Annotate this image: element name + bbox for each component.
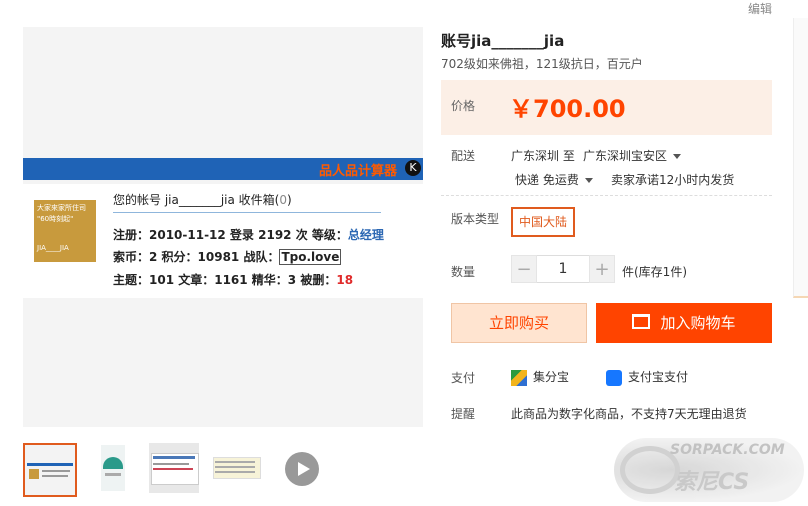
- shipping-label: 配送: [451, 149, 476, 163]
- payment-alipay: 支付宝支付: [606, 368, 688, 386]
- delivery-promise: 卖家承诺12小时内发货: [611, 173, 735, 187]
- product-title: 账号jia_______jia: [441, 32, 565, 50]
- user-info-card: 大家來家所住司 "60時刻起" JIA____JIA 您的帐号 jia_____…: [23, 184, 423, 298]
- image-brand-text: 品人品计算器: [318, 164, 397, 179]
- deleted-value: 18: [336, 273, 354, 287]
- notice-label: 提醒: [451, 407, 476, 421]
- quantity-input[interactable]: 1: [537, 255, 589, 283]
- price-box: 价格 ￥700.00: [441, 80, 772, 135]
- avatar: 大家來家所住司 "60時刻起" JIA____JIA: [34, 200, 96, 262]
- payment-label: 支付: [451, 371, 476, 385]
- version-label: 版本类型: [451, 212, 500, 226]
- notice-text: 此商品为数字化商品，不支持7天无理由退货: [511, 407, 747, 421]
- price-label: 价格: [451, 99, 476, 113]
- watermark-text-1: SORPACK.COM: [670, 442, 785, 458]
- thumbnail-1[interactable]: [23, 443, 77, 497]
- buy-now-button[interactable]: 立即购买: [451, 303, 587, 343]
- quantity-increase-button[interactable]: +: [589, 255, 615, 283]
- thumbnail-3[interactable]: [149, 443, 199, 493]
- add-to-cart-button[interactable]: 加入购物车: [596, 303, 772, 343]
- thumbnail-2[interactable]: [89, 443, 139, 493]
- stock-text: 件(库存1件): [622, 265, 687, 279]
- inbox-title: 您的帐号 jia_______jia 收件箱(0): [113, 191, 292, 208]
- thumbnail-4[interactable]: [211, 443, 261, 493]
- image-header-bar: 品人品计算器 K: [23, 158, 423, 180]
- edit-link[interactable]: 编辑: [748, 0, 772, 17]
- register-line: 注册：2010-11-12 登录 2192 次 等级：总经理: [113, 226, 384, 243]
- inbox-title-prefix: 您的帐号 jia_______jia 收件箱(: [113, 193, 280, 207]
- product-subtitle: 702级如来佛祖，121级抗日，百元户: [441, 57, 643, 71]
- jifenbao-icon: [511, 369, 527, 386]
- posts-line: 主题：101 文章：1161 精华：3 被删：18: [113, 271, 353, 288]
- cart-icon: [632, 314, 651, 329]
- inbox-count: 0: [279, 193, 287, 207]
- payment-jifenbao-label: 集分宝: [533, 370, 570, 384]
- points-line: 索币：2 积分：10981 战队： Tpo.love: [113, 248, 342, 265]
- points-text: 索币：2 积分：10981 战队：: [113, 250, 280, 264]
- payment-alipay-label: 支付宝支付: [628, 370, 689, 384]
- k-logo-icon: K: [405, 160, 421, 176]
- avatar-text-3: JIA____JIA: [37, 244, 69, 252]
- version-option-mainland[interactable]: 中国大陆: [511, 207, 576, 237]
- inbox-title-suffix: ): [287, 193, 292, 207]
- delivery-method-select[interactable]: 快递 免运费: [515, 171, 593, 188]
- team-value: Tpo.love: [279, 249, 342, 265]
- video-play-icon[interactable]: [285, 452, 319, 486]
- avatar-text-1: 大家來家所住司: [37, 204, 86, 212]
- level-value: 总经理: [347, 228, 384, 242]
- watermark-logo: SORPACK.COM 索尼CS: [614, 438, 804, 502]
- posts-text: 主题：101 文章：1161 精华：3 被删：: [113, 273, 337, 287]
- right-panel-edge: [793, 18, 808, 298]
- quantity-label: 数量: [451, 265, 476, 279]
- ship-to-select[interactable]: 广东深圳宝安区: [583, 147, 681, 164]
- watermark-text-2: 索尼CS: [674, 470, 750, 495]
- payment-jifenbao: 集分宝: [511, 368, 569, 386]
- add-to-cart-label: 加入购物车: [660, 314, 736, 332]
- price-value: ￥700.00: [509, 95, 626, 123]
- main-product-image[interactable]: 品人品计算器 K 大家來家所住司 "60時刻起" JIA____JIA 您的帐号…: [23, 27, 423, 427]
- card-divider: [113, 212, 381, 213]
- quantity-decrease-button[interactable]: −: [511, 255, 537, 283]
- ship-from: 广东深圳 至: [511, 149, 575, 163]
- divider: [441, 195, 772, 197]
- register-text: 注册：2010-11-12 登录 2192 次 等级：: [113, 228, 348, 242]
- avatar-text-2: "60時刻起": [37, 215, 74, 223]
- alipay-icon: [606, 369, 622, 386]
